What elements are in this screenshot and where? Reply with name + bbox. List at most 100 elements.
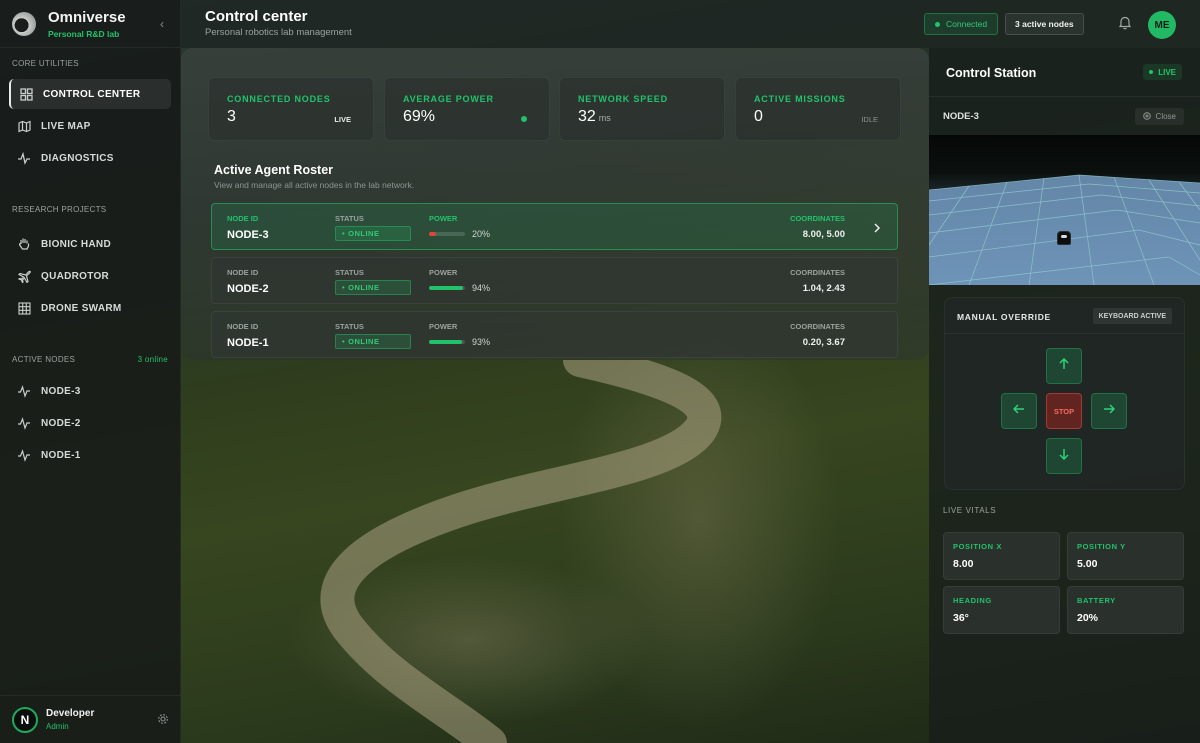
power-value: 93% [472,337,491,347]
stat-active-missions: ACTIVE MISSIONS 0 IDLE [735,77,901,141]
chevron-right-icon[interactable] [873,221,881,239]
move-up-button[interactable] [1046,348,1082,384]
vital-label: BATTERY [1077,596,1116,605]
col-status-label: STATUS [335,322,364,331]
user-name: Developer [46,708,95,719]
arrow-right-icon [1103,402,1116,420]
live-vitals-title: LIVE VITALS [943,506,997,515]
activity-icon [17,416,31,430]
vital-battery: BATTERY 20% [1067,586,1184,634]
close-button[interactable]: Close [1134,108,1184,125]
stat-connected-nodes: CONNECTED NODES 3 LIVE [208,77,374,141]
sidebar-item-node-1[interactable]: NODE-1 [9,440,171,470]
col-coordinates-label: COORDINATES [790,322,845,331]
table-row[interactable]: NODE ID STATUS POWER COORDINATES NODE-1 … [211,311,898,358]
selected-node-id: NODE-3 [943,111,979,122]
override-title: MANUAL OVERRIDE [957,312,1051,322]
user-profile[interactable]: N Developer Admin [0,695,181,743]
power-bar-fill [429,340,463,344]
user-role: Admin [46,722,69,731]
plane-icon [17,269,31,283]
move-right-button[interactable] [1091,393,1127,429]
active-nodes-badge[interactable]: 3 active nodes [1005,13,1084,35]
status-badge: • ONLINE [335,280,411,295]
omniverse-logo [12,11,36,36]
user-avatar-button[interactable]: ME [1148,11,1176,39]
vital-value: 8.00 [953,558,974,570]
arrow-down-icon [1058,447,1070,465]
col-node-id-label: NODE ID [227,322,259,331]
vital-value: 36° [953,612,969,624]
core-utilities-title: CORE UTILITIES [12,59,79,68]
sidebar-item-drone-swarm[interactable]: DRONE SWARM [9,293,171,323]
vital-value: 20% [1077,612,1099,624]
bell-icon[interactable] [1118,15,1132,35]
live-badge: LIVE [1143,64,1182,80]
grid-small-icon [17,301,31,315]
col-status-label: STATUS [335,214,364,223]
3d-viewport[interactable] [929,135,1200,285]
vital-label: HEADING [953,596,992,605]
table-row[interactable]: NODE ID STATUS POWER COORDINATES NODE-2 … [211,257,898,304]
avatar: N [12,706,38,733]
power-bar [429,232,465,236]
node-id: NODE-3 [227,229,269,241]
vital-label: POSITION X [953,542,1002,551]
pulse-icon [17,151,31,165]
arrow-up-icon [1058,357,1070,375]
vital-label: POSITION Y [1077,542,1126,551]
sidebar-item-node-2[interactable]: NODE-2 [9,408,171,438]
nodes-nav: NODE-3 NODE-2 NODE-1 [0,376,180,470]
col-power-label: POWER [429,268,458,277]
col-power-label: POWER [429,214,458,223]
sidebar-item-bionic-hand[interactable]: BIONIC HAND [9,229,171,259]
stat-label: AVERAGE POWER [403,94,494,104]
move-left-button[interactable] [1001,393,1037,429]
stat-value: 32 ms [578,108,611,125]
power-value: 20% [472,229,491,239]
hand-icon [17,237,31,251]
coordinates: 1.04, 2.43 [802,283,845,294]
sidebar-item-label: DIAGNOSTICS [41,152,114,164]
grid-floor [929,174,1200,285]
page-subtitle: Personal robotics lab management [205,27,352,38]
sidebar-item-control-center[interactable]: CONTROL CENTER [9,79,171,109]
sidebar-item-live-map[interactable]: LIVE MAP [9,111,171,141]
sidebar-item-node-3[interactable]: NODE-3 [9,376,171,406]
sidebar-item-diagnostics[interactable]: DIAGNOSTICS [9,143,171,173]
collapse-sidebar-icon[interactable]: ‹ [160,17,164,31]
robot-icon[interactable] [1057,231,1071,245]
status-badge: • ONLINE [335,226,411,241]
core-nav: CONTROL CENTER LIVE MAP DIAGNOSTICS [0,79,180,173]
sidebar-item-label: QUADROTOR [41,270,110,282]
move-down-button[interactable] [1046,438,1082,474]
activity-icon [17,384,31,398]
status-dot [935,21,940,27]
col-coordinates-label: COORDINATES [790,268,845,277]
vital-position-x: POSITION X 8.00 [943,532,1060,580]
stat-tag: LIVE [334,115,351,124]
close-icon [1142,111,1151,122]
research-nav: BIONIC HAND QUADROTOR DRONE SWARM [0,229,180,323]
stat-label: NETWORK SPEED [578,94,668,104]
top-header: Control center Personal robotics lab man… [181,0,1200,48]
map-icon [17,119,31,133]
status-badge: • ONLINE [335,334,411,349]
gear-icon[interactable] [157,712,169,730]
sidebar-item-label: NODE-2 [41,417,81,429]
roster-subtitle: View and manage all active nodes in the … [214,180,415,190]
vital-value: 5.00 [1077,558,1098,570]
main-content: CONNECTED NODES 3 LIVE AVERAGE POWER 69%… [181,48,929,743]
sidebar-item-label: CONTROL CENTER [43,88,141,100]
table-row[interactable]: NODE ID STATUS POWER COORDINATES NODE-3 … [211,203,898,250]
status-dot [521,116,527,122]
sidebar-item-label: NODE-1 [41,449,81,461]
active-nodes-title: ACTIVE NODES 3 online [0,355,180,373]
col-power-label: POWER [429,322,458,331]
stat-unit: ms [598,113,611,123]
stat-label: ACTIVE MISSIONS [754,94,846,104]
power-bar-fill [429,286,463,290]
coordinates: 8.00, 5.00 [802,229,845,240]
sidebar-item-quadrotor[interactable]: QUADROTOR [9,261,171,291]
stop-button[interactable]: STOP [1046,393,1082,429]
